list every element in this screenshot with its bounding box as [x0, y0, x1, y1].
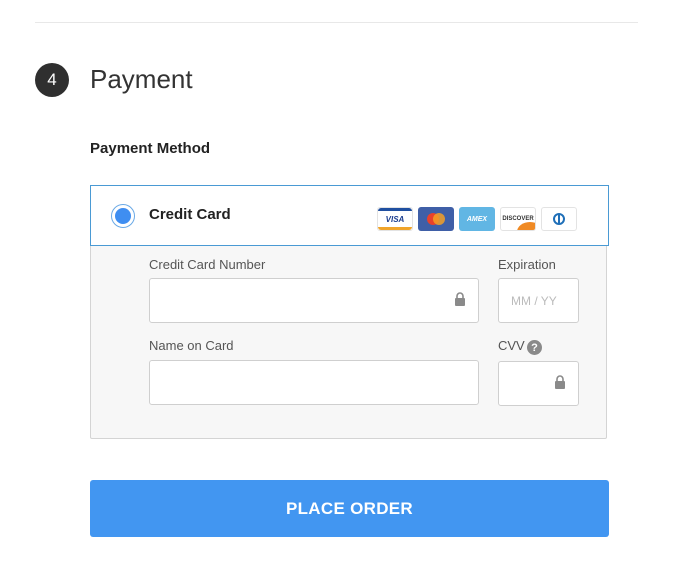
expiration-label: Expiration	[498, 257, 556, 272]
cvv-label: CVV	[498, 338, 525, 353]
discover-logo-icon: DISCOVER	[500, 207, 536, 231]
top-divider	[35, 22, 638, 23]
card-brand-logos: VISA AMEX DISCOVER	[377, 207, 577, 231]
amex-logo-icon: AMEX	[459, 207, 495, 231]
cvv-help-icon[interactable]: ?	[527, 340, 542, 355]
credit-card-option-label: Credit Card	[149, 206, 231, 223]
visa-logo-text: VISA	[385, 214, 405, 224]
discover-swoosh	[517, 222, 535, 230]
radio-selected-dot	[115, 208, 131, 224]
credit-card-radio[interactable]	[111, 204, 135, 228]
name-on-card-input[interactable]	[149, 360, 479, 405]
expiration-input[interactable]	[498, 278, 579, 323]
section-title: Payment	[90, 64, 193, 94]
payment-method-label: Payment Method	[90, 140, 211, 157]
credit-card-panel: Credit Card VISA AMEX DISCOVER Credit Ca…	[90, 185, 609, 439]
name-on-card-label: Name on Card	[149, 338, 234, 353]
place-order-button[interactable]: PLACE ORDER	[90, 480, 609, 537]
step-number: 4	[47, 70, 57, 89]
card-number-label: Credit Card Number	[149, 257, 266, 272]
mastercard-yellow-circle	[433, 213, 445, 225]
card-number-input[interactable]	[149, 278, 479, 323]
discover-logo-text: DISCOVER	[502, 216, 534, 222]
credit-card-option[interactable]: Credit Card VISA AMEX DISCOVER	[90, 185, 609, 246]
step-number-badge: 4	[35, 63, 69, 97]
amex-logo-text: AMEX	[466, 215, 488, 223]
help-icon-glyph: ?	[531, 341, 538, 354]
cvv-input[interactable]	[498, 361, 579, 406]
diners-club-mark	[553, 213, 565, 225]
mastercard-logo-icon	[418, 207, 454, 231]
lock-icon	[455, 292, 465, 306]
visa-logo-icon: VISA	[377, 207, 413, 231]
lock-icon	[555, 375, 565, 389]
diners-club-logo-icon	[541, 207, 577, 231]
